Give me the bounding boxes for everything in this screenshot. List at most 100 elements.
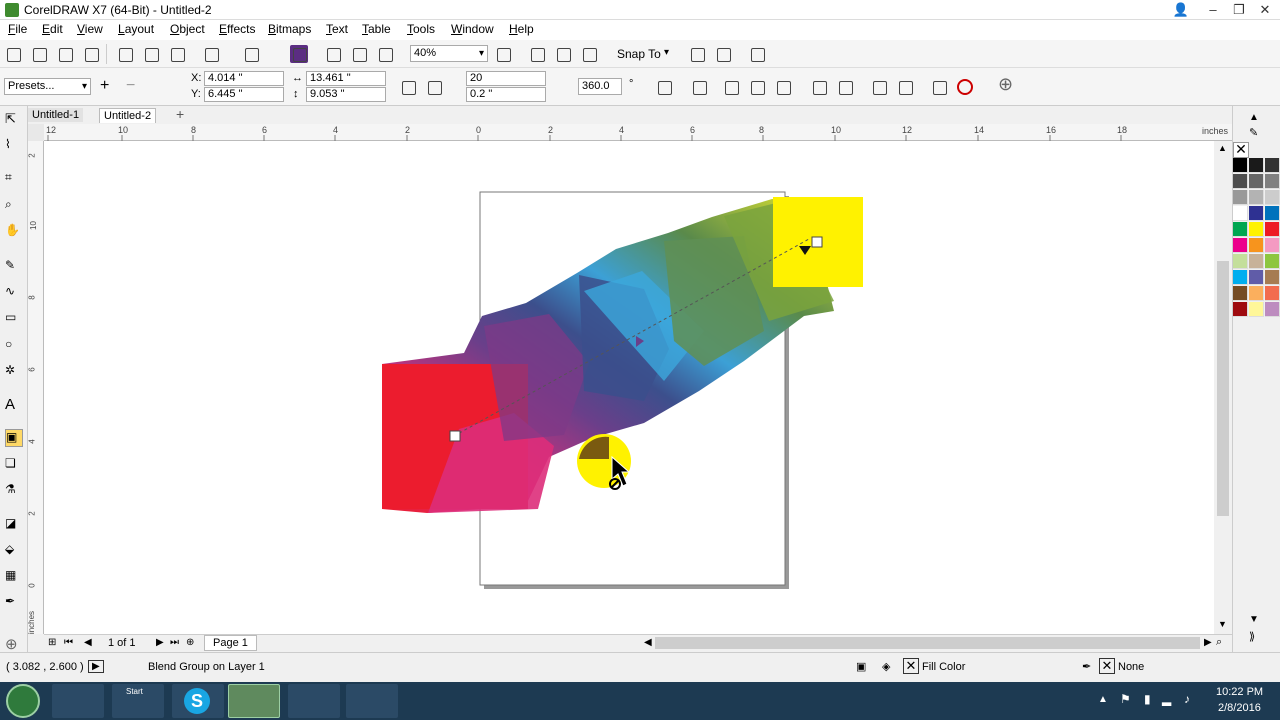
save-icon[interactable] [56, 45, 74, 63]
interactive-fill-icon[interactable]: ◪ [5, 516, 23, 534]
tray-expand-icon[interactable]: ▲ [1098, 694, 1108, 705]
menu-file[interactable]: File [8, 22, 27, 36]
new-document-icon[interactable] [4, 45, 22, 63]
blend-tool-icon[interactable]: ▣ [5, 429, 23, 447]
tab-untitled-1[interactable]: Untitled-1 [28, 108, 84, 122]
color-swatch[interactable] [1265, 254, 1280, 269]
options-icon[interactable] [688, 45, 706, 63]
blend-start-handle[interactable] [449, 430, 461, 442]
color-swatch[interactable] [1249, 254, 1264, 269]
clockwise-blend-icon[interactable] [722, 78, 740, 96]
import-icon[interactable] [324, 45, 342, 63]
delete-preset-icon[interactable]: − [126, 77, 135, 95]
menu-window[interactable]: Window [451, 22, 494, 36]
file-explorer-icon[interactable] [52, 684, 104, 718]
snap-to-chevron-icon[interactable]: ▾ [664, 47, 669, 58]
skype-icon[interactable]: S [172, 684, 224, 718]
menu-bitmaps[interactable]: Bitmaps [268, 22, 311, 36]
color-swatch[interactable] [1233, 302, 1248, 317]
ellipse-tool-icon[interactable]: ○ [5, 337, 23, 355]
scroll-up-icon[interactable]: ▲ [1218, 143, 1227, 153]
application-launcher-icon[interactable] [748, 45, 766, 63]
color-swatch[interactable] [1249, 158, 1264, 173]
outline-none-icon[interactable]: ✕ [1099, 658, 1115, 674]
previous-page-icon[interactable]: ◀ [84, 637, 92, 648]
mesh-fill-icon[interactable]: ▦ [5, 568, 23, 586]
color-swatch[interactable] [1265, 286, 1280, 301]
zoom-navigator-icon[interactable]: ⌕ [1216, 636, 1222, 649]
add-preset-icon[interactable]: + [100, 77, 109, 95]
tab-page-1[interactable]: Page 1 [204, 635, 257, 651]
coreldraw-taskbar-icon[interactable] [228, 684, 280, 718]
color-swatch[interactable] [1265, 158, 1280, 173]
open-icon[interactable] [30, 45, 48, 63]
new-tab-icon[interactable]: + [176, 106, 184, 122]
close-button[interactable]: ✕ [1252, 1, 1278, 18]
scroll-right-icon[interactable]: ▶ [1204, 637, 1212, 648]
zoom-level-select[interactable]: 40% [410, 45, 488, 62]
horizontal-scroll-thumb[interactable] [655, 637, 1200, 649]
color-swatch[interactable] [1233, 286, 1248, 301]
direct-blend-icon[interactable] [690, 78, 708, 96]
color-swatch[interactable] [1249, 222, 1264, 237]
color-swatch[interactable] [1265, 206, 1280, 221]
cut-icon[interactable] [116, 45, 134, 63]
redo-icon[interactable] [242, 45, 260, 63]
presets-select[interactable]: Presets... [4, 78, 91, 95]
shape-tool-icon[interactable]: ⌇ [5, 137, 23, 155]
color-swatch[interactable] [1249, 206, 1264, 221]
zoom-to-page-icon[interactable] [494, 45, 512, 63]
outline-pen-icon[interactable]: ✒ [5, 594, 23, 612]
undo-icon[interactable] [202, 45, 220, 63]
text-tool-icon[interactable]: A [5, 396, 23, 414]
palette-scroll-down-icon[interactable]: ▼ [1249, 614, 1259, 625]
menu-view[interactable]: View [77, 22, 103, 36]
color-swatch[interactable] [1249, 190, 1264, 205]
more-blend-options-icon[interactable] [810, 78, 828, 96]
menu-edit[interactable]: Edit [42, 22, 63, 36]
artistic-media-icon[interactable]: ∿ [5, 284, 23, 302]
color-swatch[interactable] [1249, 286, 1264, 301]
next-page-icon[interactable]: ▶ [156, 637, 164, 648]
ruler-origin[interactable] [28, 124, 44, 141]
color-swatch[interactable] [1249, 302, 1264, 317]
last-page-icon[interactable]: ⏭ [170, 637, 179, 648]
smart-fill-icon[interactable]: ⬙ [5, 542, 23, 560]
corel-connect-icon[interactable] [346, 684, 398, 718]
full-screen-icon[interactable] [528, 45, 546, 63]
object-origin-icon[interactable] [399, 78, 417, 96]
drawing-canvas[interactable] [44, 141, 1214, 634]
menu-tools[interactable]: Tools [407, 22, 435, 36]
clear-blend-icon[interactable] [930, 78, 948, 96]
menu-table[interactable]: Table [362, 22, 391, 36]
vertical-ruler[interactable]: 2 10 8 6 4 2 0 inches [27, 141, 44, 634]
show-rulers-icon[interactable] [554, 45, 572, 63]
menu-help[interactable]: Help [509, 22, 534, 36]
user-icon[interactable]: 👤 [1168, 1, 1194, 18]
scroll-down-icon[interactable]: ▼ [1218, 619, 1227, 629]
color-swatch[interactable] [1265, 190, 1280, 205]
pick-tool-icon[interactable]: ⇱ [5, 111, 23, 129]
copy-blend-icon[interactable] [896, 78, 914, 96]
polygon-tool-icon[interactable]: ✲ [5, 363, 23, 381]
add-page-icon[interactable]: ⊕ [186, 637, 194, 648]
color-swatch[interactable] [1233, 206, 1248, 221]
color-swatch[interactable] [1249, 238, 1264, 253]
crop-tool-icon[interactable]: ⌗ [5, 170, 23, 188]
scroll-left-icon[interactable]: ◀ [644, 637, 652, 648]
fill-none-icon[interactable]: ✕ [903, 658, 919, 674]
color-swatch[interactable] [1249, 270, 1264, 285]
print-icon[interactable] [82, 45, 100, 63]
publish-pdf-icon[interactable] [376, 45, 394, 63]
color-swatch[interactable] [1233, 238, 1248, 253]
start-orb-icon[interactable] [6, 684, 40, 718]
eyedropper-palette-icon[interactable]: ✎ [1249, 126, 1258, 139]
blend-end-handle[interactable] [811, 236, 823, 248]
color-swatch[interactable] [1233, 254, 1248, 269]
corel-capture-icon[interactable] [288, 684, 340, 718]
volume-icon[interactable]: ♪ [1184, 692, 1190, 706]
action-center-icon[interactable]: ⚑ [1120, 692, 1131, 706]
loop-blend-icon[interactable] [655, 78, 673, 96]
rectangle-tool-icon[interactable]: ▭ [5, 310, 23, 328]
blend-direction-icon[interactable] [425, 78, 443, 96]
